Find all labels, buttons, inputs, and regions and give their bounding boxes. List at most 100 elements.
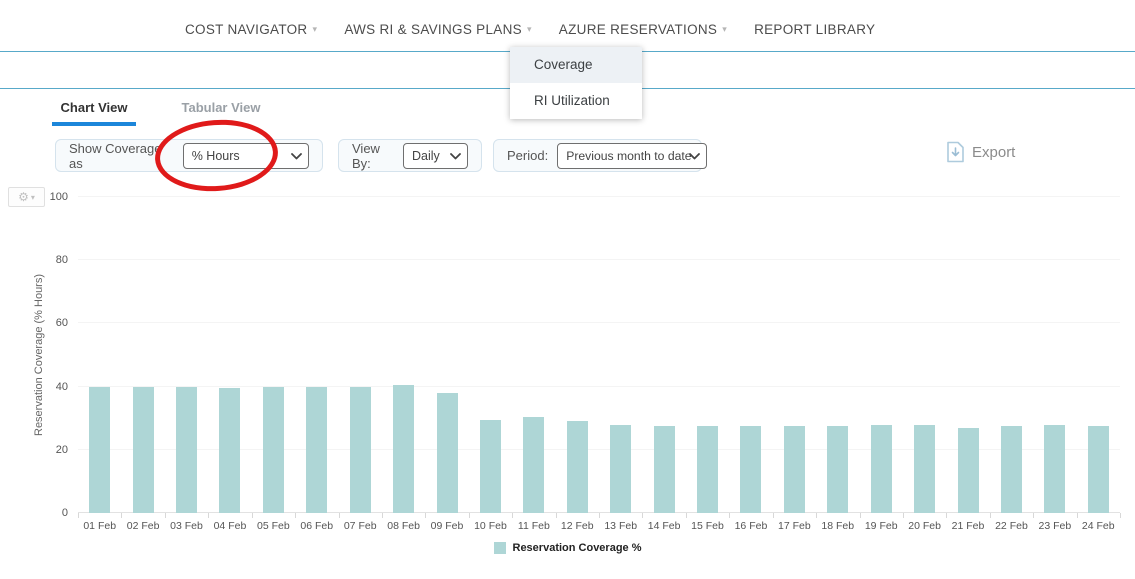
bar <box>958 428 979 513</box>
x-tick-label: 15 Feb <box>686 520 729 532</box>
nav-item-cost-navigator[interactable]: COST NAVIGATOR ▾ <box>185 14 317 37</box>
x-axis-tick <box>425 513 426 518</box>
menu-item-ri-utilization[interactable]: RI Utilization <box>510 83 642 119</box>
x-axis-tick <box>208 513 209 518</box>
bar <box>393 385 414 513</box>
bar <box>697 426 718 513</box>
x-axis-tick <box>946 513 947 518</box>
period-group: Period: Previous month to date <box>493 139 702 172</box>
bar <box>263 387 284 513</box>
x-axis-tick <box>686 513 687 518</box>
nav-item-aws-ri-savings-plans[interactable]: AWS RI & SAVINGS PLANS ▾ <box>344 14 531 37</box>
bar <box>350 387 371 513</box>
chevron-down-icon: ▾ <box>527 25 532 34</box>
x-axis-tick <box>1120 513 1121 518</box>
x-tick-label: 03 Feb <box>165 520 208 532</box>
gridline <box>78 322 1120 323</box>
chevron-down-icon <box>689 153 700 160</box>
x-tick-label: 18 Feb <box>816 520 859 532</box>
x-tick-label: 11 Feb <box>512 520 555 532</box>
view-by-select[interactable]: Daily <box>403 143 468 169</box>
x-tick-label: 19 Feb <box>860 520 903 532</box>
chevron-down-icon <box>450 153 461 160</box>
view-by-label: View By: <box>352 141 394 171</box>
menu-item-coverage[interactable]: Coverage <box>510 47 642 83</box>
x-tick-label: 08 Feb <box>382 520 425 532</box>
nav-item-report-library[interactable]: REPORT LIBRARY <box>754 14 875 37</box>
y-axis-title: Reservation Coverage (% Hours) <box>33 197 45 513</box>
x-axis-tick <box>295 513 296 518</box>
select-value: Daily <box>412 149 440 163</box>
show-coverage-as-select[interactable]: % Hours <box>183 143 309 169</box>
bar <box>219 388 240 513</box>
y-tick-label: 60 <box>42 317 68 329</box>
page: COST NAVIGATOR ▾ AWS RI & SAVINGS PLANS … <box>0 0 1135 579</box>
y-tick-label: 80 <box>42 254 68 266</box>
y-tick-label: 20 <box>42 444 68 456</box>
gridline <box>78 196 1120 197</box>
x-axis-tick <box>990 513 991 518</box>
view-by-group: View By: Daily <box>338 139 482 172</box>
y-tick-label: 40 <box>42 381 68 393</box>
bar <box>567 421 588 513</box>
bar <box>827 426 848 513</box>
export-label: Export <box>972 144 1015 161</box>
x-tick-label: 23 Feb <box>1033 520 1076 532</box>
bar <box>784 426 805 513</box>
bar <box>914 425 935 513</box>
select-value: % Hours <box>192 149 240 163</box>
top-nav: COST NAVIGATOR ▾ AWS RI & SAVINGS PLANS … <box>0 0 1135 52</box>
x-axis-tick <box>252 513 253 518</box>
export-button[interactable]: Export <box>946 141 1015 163</box>
chevron-down-icon: ▾ <box>722 25 727 34</box>
x-tick-label: 09 Feb <box>425 520 468 532</box>
bar <box>1044 425 1065 513</box>
x-axis-tick <box>816 513 817 518</box>
x-tick-label: 02 Feb <box>121 520 164 532</box>
x-tick-label: 01 Feb <box>78 520 121 532</box>
x-axis-tick <box>599 513 600 518</box>
plot-area: 01 Feb02 Feb03 Feb04 Feb05 Feb06 Feb07 F… <box>78 197 1120 513</box>
period-select[interactable]: Previous month to date <box>557 143 707 169</box>
azure-reservations-menu: Coverage RI Utilization <box>510 47 642 119</box>
x-tick-label: 24 Feb <box>1077 520 1120 532</box>
x-axis-tick <box>512 513 513 518</box>
bar <box>523 417 544 513</box>
x-tick-label: 13 Feb <box>599 520 642 532</box>
x-axis-tick <box>903 513 904 518</box>
tab-tabular-view[interactable]: Tabular View <box>176 100 266 115</box>
bar <box>654 426 675 513</box>
x-axis-tick <box>1077 513 1078 518</box>
bar <box>740 426 761 513</box>
x-tick-label: 04 Feb <box>208 520 251 532</box>
x-tick-label: 17 Feb <box>773 520 816 532</box>
nav-item-azure-reservations[interactable]: AZURE RESERVATIONS ▾ <box>559 14 727 37</box>
x-axis-tick <box>382 513 383 518</box>
show-coverage-group: Show Coverage as % Hours <box>55 139 323 172</box>
nav-item-label: AZURE RESERVATIONS <box>559 22 717 37</box>
x-axis-tick <box>860 513 861 518</box>
x-tick-label: 14 Feb <box>642 520 685 532</box>
x-tick-label: 05 Feb <box>252 520 295 532</box>
x-tick-label: 16 Feb <box>729 520 772 532</box>
nav-item-label: COST NAVIGATOR <box>185 22 307 37</box>
x-axis-tick <box>729 513 730 518</box>
chevron-down-icon: ▾ <box>312 25 317 34</box>
x-tick-label: 07 Feb <box>339 520 382 532</box>
x-tick-label: 10 Feb <box>469 520 512 532</box>
chart-legend: Reservation Coverage % <box>0 542 1135 554</box>
nav-item-label: REPORT LIBRARY <box>754 22 875 37</box>
x-axis-tick <box>642 513 643 518</box>
document-download-icon <box>946 141 965 163</box>
select-value: Previous month to date <box>566 149 691 163</box>
bar <box>437 393 458 513</box>
legend-swatch <box>494 542 506 554</box>
tab-chart-view[interactable]: Chart View <box>52 100 136 126</box>
bar <box>89 387 110 513</box>
bar <box>480 420 501 513</box>
x-tick-label: 21 Feb <box>946 520 989 532</box>
legend-label: Reservation Coverage % <box>513 542 642 554</box>
x-axis-tick <box>121 513 122 518</box>
x-tick-label: 12 Feb <box>556 520 599 532</box>
y-tick-label: 0 <box>42 507 68 519</box>
